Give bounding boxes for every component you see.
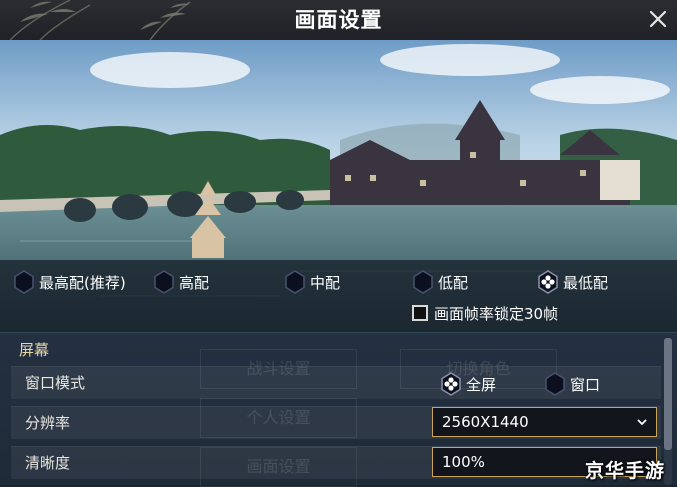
preset-label: 最低配 [563, 273, 609, 292]
resolution-select[interactable]: 2560X1440 [432, 407, 657, 437]
section-title-screen: 屏幕 [19, 341, 50, 359]
preset-label: 高配 [179, 273, 210, 292]
resolution-label: 分辨率 [25, 414, 71, 432]
window-mode-option-label: 全屏 [466, 375, 497, 394]
hex-radio-icon [154, 270, 174, 294]
preset-label: 中配 [310, 273, 341, 292]
preset-option-lowest[interactable]: 最低配 [537, 270, 608, 294]
preset-option-highest[interactable]: 最高配(推荐) [13, 270, 126, 294]
fps-lock-label: 画面帧率锁定30帧 [434, 304, 559, 323]
hex-radio-selected-icon [441, 372, 461, 396]
title-bar: 画面设置 [0, 0, 677, 41]
preset-option-low[interactable]: 低配 [412, 270, 468, 294]
fps-lock-checkbox[interactable]: 画面帧率锁定30帧 [412, 302, 558, 324]
window-title: 画面设置 [294, 7, 383, 32]
clarity-label: 清晰度 [25, 454, 71, 472]
hex-radio-icon [14, 270, 34, 294]
scrollbar-thumb[interactable] [664, 338, 672, 450]
preset-option-medium[interactable]: 中配 [284, 270, 340, 294]
hex-radio-selected-icon [538, 270, 558, 294]
chevron-down-icon [637, 419, 647, 426]
hex-radio-icon [285, 270, 305, 294]
resolution-value: 2560X1440 [442, 413, 529, 431]
hex-radio-icon [545, 372, 565, 396]
checkbox-icon [412, 305, 428, 321]
preset-option-high[interactable]: 高配 [153, 270, 209, 294]
window-mode-windowed[interactable]: 窗口 [544, 372, 600, 396]
watermark: 京华手游 [585, 460, 666, 482]
window-mode-fullscreen[interactable]: 全屏 [440, 372, 496, 396]
window-mode-option-label: 窗口 [570, 375, 601, 394]
hex-radio-icon [413, 270, 433, 294]
clarity-value: 100% [442, 453, 485, 471]
close-icon[interactable] [647, 8, 669, 30]
preset-label: 低配 [438, 273, 469, 292]
preset-label: 最高配(推荐) [39, 273, 126, 292]
window-mode-label: 窗口模式 [25, 374, 86, 392]
